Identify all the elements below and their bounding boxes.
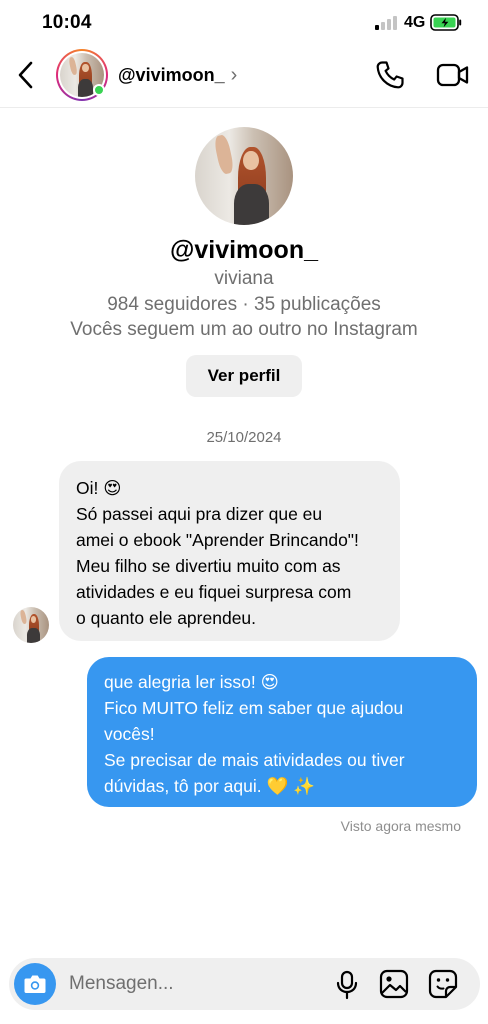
seen-status: Visto agora mesmo (340, 818, 461, 834)
date-divider: 25/10/2024 (206, 429, 282, 446)
message-line: Só passei aqui pra dizer que eu (76, 504, 323, 524)
status-bar: 10:04 4G (0, 0, 488, 46)
mutual-follow-note: Vocês seguem um ao outro no Instagram (70, 319, 418, 340)
message-line: Se precisar de mais atividades ou tiver (104, 750, 405, 770)
sticker-icon[interactable] (428, 969, 458, 999)
signal-icon (375, 16, 399, 30)
header-username-link[interactable]: @vivimoon_ › (118, 64, 237, 87)
network-label: 4G (404, 14, 426, 31)
message-line: dúvidas, tô por aqui. 💛 ✨ (104, 776, 315, 796)
header-username: @vivimoon_ (118, 65, 225, 85)
message-line: Fico MUITO feliz em saber que ajudou (104, 698, 404, 718)
message-line: atividades e eu fiquei surpresa com (76, 582, 352, 602)
camera-icon (24, 975, 46, 993)
profile-handle: @vivimoon_ (169, 236, 319, 264)
profile-name: viviana (214, 268, 274, 289)
camera-button[interactable] (14, 963, 56, 1005)
video-camera-icon[interactable] (436, 59, 470, 91)
avatar-photo (13, 607, 49, 643)
profile-stats: 984 seguidores · 35 publicações (107, 294, 381, 315)
message-line: vocês! (104, 724, 155, 744)
message-line: Meu filho se divertiu muito com as (76, 556, 341, 576)
phone-icon[interactable] (374, 59, 406, 91)
message-line: amei o ebook "Aprender Brincando"! (76, 530, 359, 550)
profile-avatar[interactable] (195, 127, 293, 225)
chevron-right-icon: › (230, 64, 238, 86)
message-line: o quanto ele aprendeu. (76, 608, 257, 628)
message-line: que alegria ler isso! 😍 (104, 672, 279, 692)
chevron-left-icon (18, 61, 33, 89)
chat-header: @vivimoon_ › (0, 46, 488, 108)
avatar-photo (195, 127, 293, 225)
incoming-message-bubble[interactable]: Oi! 😍 Só passei aqui pra dizer que eu am… (59, 461, 400, 641)
battery-charging-icon (430, 14, 462, 31)
image-icon[interactable] (379, 969, 409, 999)
message-input[interactable] (69, 968, 319, 1000)
online-status-indicator (93, 84, 105, 96)
message-line: Oi! 😍 (76, 478, 122, 498)
back-button[interactable] (12, 58, 40, 92)
clock: 10:04 (42, 12, 92, 33)
view-profile-button[interactable]: Ver perfil (186, 355, 302, 397)
outgoing-message-bubble[interactable]: que alegria ler isso! 😍 Fico MUITO feliz… (87, 657, 477, 807)
sender-avatar[interactable] (13, 607, 49, 643)
message-composer (9, 958, 480, 1010)
microphone-icon[interactable] (333, 970, 361, 1000)
